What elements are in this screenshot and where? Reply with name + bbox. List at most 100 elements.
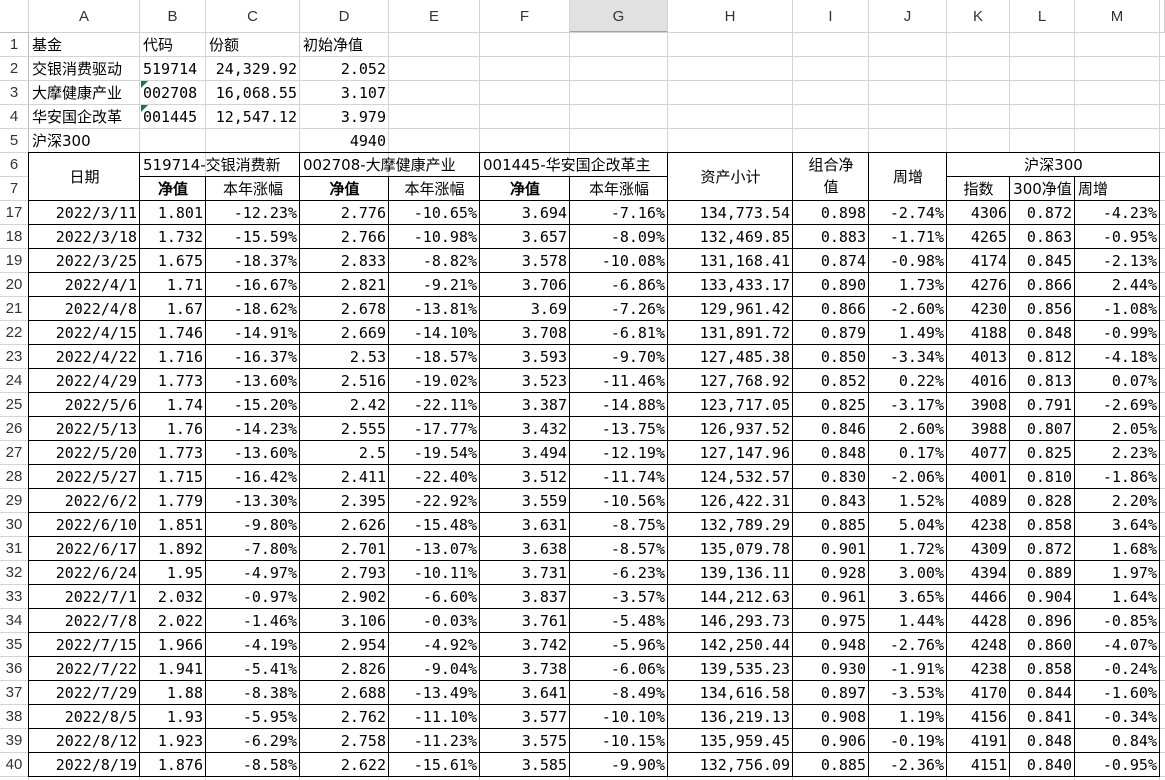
table-cell[interactable]: 1.851 [140,513,206,537]
table-cell[interactable]: 0.897 [793,681,869,705]
table-cell[interactable]: 3.706 [480,273,570,297]
table-cell[interactable]: -6.29% [206,729,300,753]
table-cell[interactable]: -11.10% [389,705,480,729]
table-cell[interactable]: 4151 [947,753,1010,777]
table-cell[interactable]: -4.97% [206,561,300,585]
table-cell[interactable]: -1.08% [1075,297,1160,321]
fund-shares[interactable]: 12,547.12 [206,105,300,129]
column-header-c[interactable]: C [206,0,300,33]
row-header[interactable]: 21 [0,297,29,321]
table-cell[interactable]: 4089 [947,489,1010,513]
table-cell[interactable]: -8.58% [206,753,300,777]
table-cell[interactable]: 134,616.58 [668,681,793,705]
table-cell[interactable]: 1.892 [140,537,206,561]
table-cell[interactable]: 3.694 [480,201,570,225]
table-cell[interactable]: 0.856 [1010,297,1075,321]
table-cell[interactable]: 0.872 [1010,537,1075,561]
table-cell[interactable]: -4.23% [1075,201,1160,225]
table-cell[interactable]: 0.07% [1075,369,1160,393]
table-cell[interactable]: 0.901 [793,537,869,561]
hs300-nav-subheader[interactable]: 300净值 [1010,177,1075,201]
table-cell[interactable]: 4016 [947,369,1010,393]
row-header[interactable]: 22 [0,321,29,345]
table-cell[interactable]: 0.889 [1010,561,1075,585]
table-cell[interactable]: -15.48% [389,513,480,537]
table-cell[interactable]: -2.74% [869,201,947,225]
table-cell[interactable]: 2.793 [300,561,389,585]
nav-subheader[interactable]: 净值 [480,177,570,201]
table-cell[interactable]: 2022/6/2 [29,489,140,513]
table-cell[interactable]: 1.49% [869,321,947,345]
table-cell[interactable]: 0.975 [793,609,869,633]
table-cell[interactable]: 1.68% [1075,537,1160,561]
table-cell[interactable]: -1.46% [206,609,300,633]
table-cell[interactable]: 0.874 [793,249,869,273]
table-cell[interactable]: -13.30% [206,489,300,513]
ytd-subheader[interactable]: 本年涨幅 [206,177,300,201]
table-cell[interactable]: -5.48% [570,609,668,633]
table-cell[interactable]: 1.64% [1075,585,1160,609]
table-cell[interactable]: 0.844 [1010,681,1075,705]
table-cell[interactable]: -18.37% [206,249,300,273]
table-cell[interactable]: 1.715 [140,465,206,489]
table-cell[interactable]: 3.631 [480,513,570,537]
table-cell[interactable]: 0.928 [793,561,869,585]
column-header-blank[interactable] [1160,0,1165,33]
table-cell[interactable]: 3.578 [480,249,570,273]
table-cell[interactable]: -15.61% [389,753,480,777]
table-cell[interactable]: 2022/7/8 [29,609,140,633]
table-cell[interactable]: 136,219.13 [668,705,793,729]
table-cell[interactable]: 3.575 [480,729,570,753]
table-cell[interactable]: -11.23% [389,729,480,753]
row-header[interactable]: 32 [0,561,29,585]
table-cell[interactable]: 132,469.85 [668,225,793,249]
table-cell[interactable]: 2022/8/19 [29,753,140,777]
table-cell[interactable]: -15.59% [206,225,300,249]
table-cell[interactable]: 3.65% [869,585,947,609]
table-cell[interactable]: -9.04% [389,657,480,681]
column-header-d[interactable]: D [300,0,389,33]
table-cell[interactable]: -3.57% [570,585,668,609]
row-header[interactable]: 24 [0,369,29,393]
table-cell[interactable]: -4.19% [206,633,300,657]
table-cell[interactable]: 0.863 [1010,225,1075,249]
shares-header[interactable]: 份额 [206,33,300,57]
table-cell[interactable]: 2.032 [140,585,206,609]
column-header-f[interactable]: F [480,0,570,33]
table-cell[interactable]: 0.848 [1010,321,1075,345]
table-cell[interactable]: 0.825 [793,393,869,417]
fund-name[interactable]: 交银消费驱动 [29,57,140,81]
table-cell[interactable]: -8.82% [389,249,480,273]
table-cell[interactable]: 1.52% [869,489,947,513]
table-cell[interactable]: 0.872 [1010,201,1075,225]
table-cell[interactable]: 2022/6/10 [29,513,140,537]
table-cell[interactable]: 4013 [947,345,1010,369]
fund-code[interactable]: 002708 [140,81,206,105]
row-header[interactable]: 27 [0,441,29,465]
select-all-corner[interactable] [0,0,29,33]
table-cell[interactable]: 127,768.92 [668,369,793,393]
table-cell[interactable]: 2.23% [1075,441,1160,465]
table-cell[interactable]: 2.555 [300,417,389,441]
table-cell[interactable]: 3.731 [480,561,570,585]
table-cell[interactable]: -13.81% [389,297,480,321]
table-cell[interactable]: 4394 [947,561,1010,585]
row-header[interactable]: 37 [0,681,29,705]
row-header[interactable]: 3 [0,81,29,105]
fund-shares[interactable]: 24,329.92 [206,57,300,81]
table-cell[interactable]: 2.669 [300,321,389,345]
table-cell[interactable]: 1.779 [140,489,206,513]
index-initial-value[interactable]: 4940 [300,129,389,153]
table-cell[interactable]: 3988 [947,417,1010,441]
table-cell[interactable]: 2.833 [300,249,389,273]
table-cell[interactable]: -0.03% [389,609,480,633]
table-cell[interactable]: 146,293.73 [668,609,793,633]
table-cell[interactable]: -2.69% [1075,393,1160,417]
table-cell[interactable]: -2.06% [869,465,947,489]
column-header-h[interactable]: H [668,0,793,33]
table-cell[interactable]: 2.701 [300,537,389,561]
table-cell[interactable]: -0.95% [1075,753,1160,777]
table-cell[interactable]: 1.76 [140,417,206,441]
table-cell[interactable]: -10.65% [389,201,480,225]
table-cell[interactable]: 0.860 [1010,633,1075,657]
